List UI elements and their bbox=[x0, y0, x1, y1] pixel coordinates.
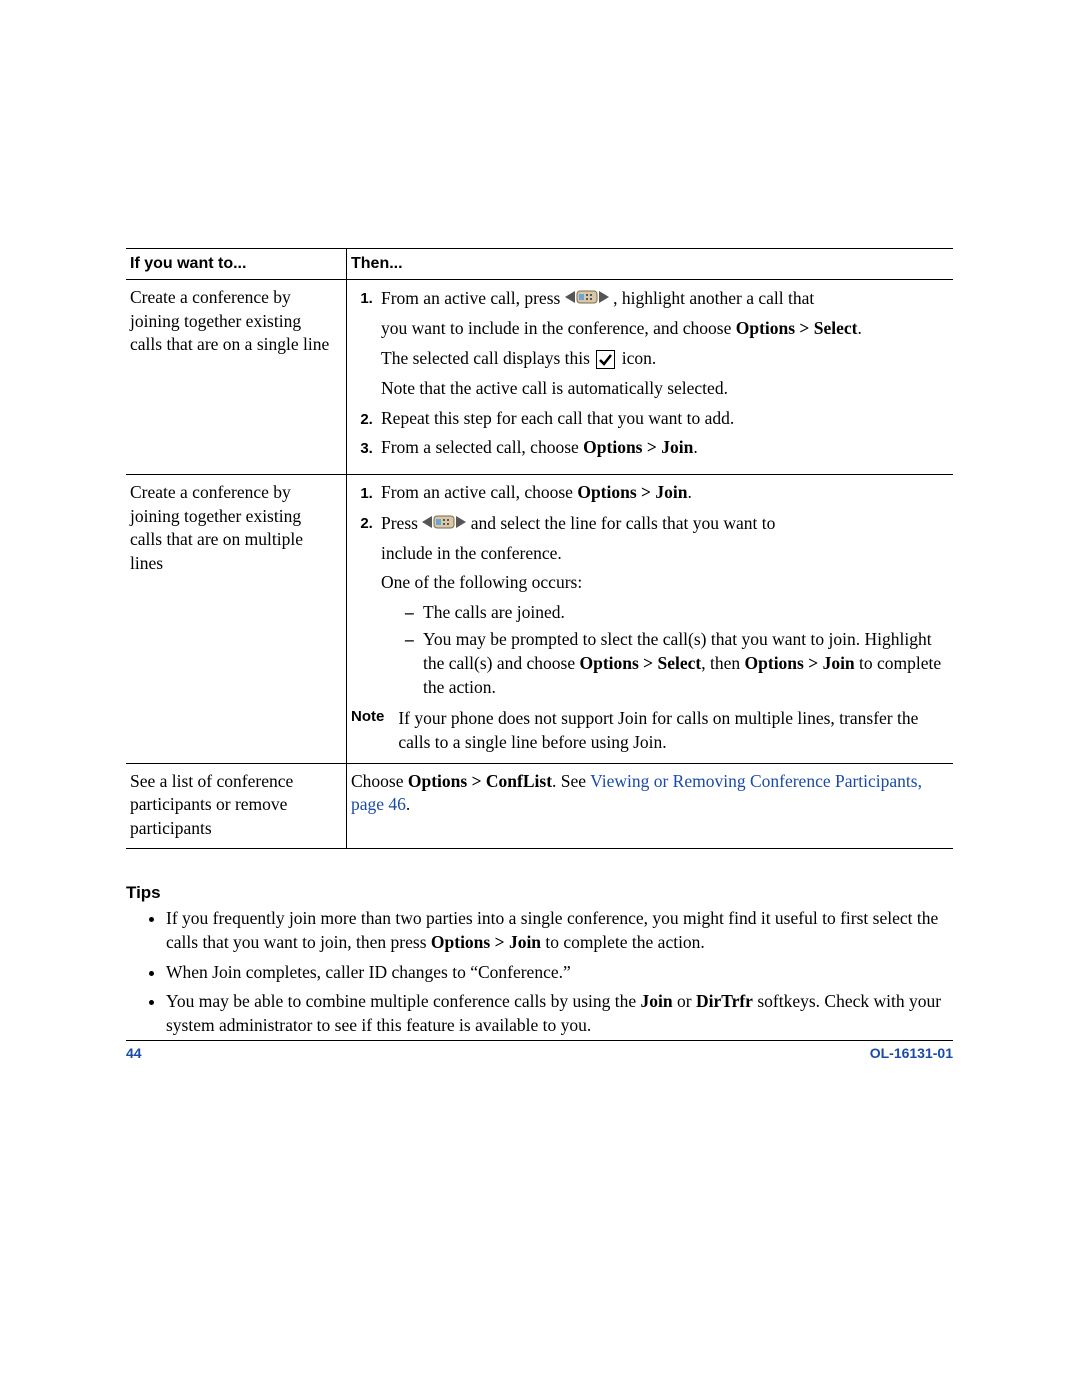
step-text: . bbox=[406, 794, 410, 814]
note-block: Note If your phone does not support Join… bbox=[351, 707, 947, 754]
want-cell: See a list of conference participants or… bbox=[126, 763, 347, 849]
table-row: Create a conference by joining together … bbox=[126, 475, 953, 763]
step-text: icon. bbox=[622, 349, 657, 369]
step-item: From an active call, press , highlight a… bbox=[377, 286, 947, 401]
bold-text: Join bbox=[641, 991, 673, 1011]
page-number: 44 bbox=[126, 1045, 142, 1061]
navigation-icon bbox=[422, 512, 466, 536]
step-item: Repeat this step for each call that you … bbox=[377, 407, 947, 431]
list-item: You may be prompted to slect the call(s)… bbox=[405, 628, 947, 699]
step-text: From an active call, press bbox=[381, 288, 565, 308]
table-header-want: If you want to... bbox=[126, 249, 347, 280]
bold-text: Options > Select bbox=[736, 318, 858, 338]
tip-text: or bbox=[673, 991, 696, 1011]
bold-text: Options > Join bbox=[583, 437, 693, 457]
table-row: Create a conference by joining together … bbox=[126, 280, 953, 475]
note-body: If your phone does not support Join for … bbox=[398, 707, 947, 754]
bold-text: DirTrfr bbox=[696, 991, 753, 1011]
want-cell: Create a conference by joining together … bbox=[126, 475, 347, 763]
step-text: . bbox=[687, 482, 691, 502]
step-text: Note that the active call is automatical… bbox=[381, 377, 947, 401]
step-text: , highlight another a call that bbox=[613, 288, 814, 308]
then-cell: Choose Options > ConfList. See Viewing o… bbox=[347, 763, 954, 849]
instruction-table: If you want to... Then... Create a confe… bbox=[126, 248, 953, 849]
then-cell: From an active call, choose Options > Jo… bbox=[347, 475, 954, 763]
page-footer: 44 OL-16131-01 bbox=[126, 1040, 953, 1061]
step-text: Choose bbox=[351, 771, 408, 791]
step-text: include in the conference. bbox=[381, 542, 947, 566]
bold-text: Options > Join bbox=[431, 932, 541, 952]
tip-text: You may be able to combine multiple conf… bbox=[166, 991, 641, 1011]
step-text: From an active call, choose bbox=[381, 482, 577, 502]
step-item: From a selected call, choose Options > J… bbox=[377, 436, 947, 460]
step-text: , then bbox=[701, 653, 744, 673]
document-page: If you want to... Then... Create a confe… bbox=[126, 248, 953, 1044]
tips-section: Tips If you frequently join more than tw… bbox=[126, 883, 953, 1037]
note-label: Note bbox=[351, 707, 384, 754]
step-item: From an active call, choose Options > Jo… bbox=[377, 481, 947, 505]
step-text: . See bbox=[552, 771, 590, 791]
tip-item: You may be able to combine multiple conf… bbox=[166, 990, 953, 1037]
step-text: The selected call displays this bbox=[381, 349, 594, 369]
table-header-then: Then... bbox=[347, 249, 954, 280]
want-cell: Create a conference by joining together … bbox=[126, 280, 347, 475]
step-text: you want to include in the conference, a… bbox=[381, 318, 736, 338]
tip-item: When Join completes, caller ID changes t… bbox=[166, 961, 953, 985]
navigation-icon bbox=[565, 287, 609, 311]
step-text: One of the following occurs: bbox=[381, 571, 947, 595]
step-text: Press bbox=[381, 513, 422, 533]
table-row: See a list of conference participants or… bbox=[126, 763, 953, 849]
step-text: From a selected call, choose bbox=[381, 437, 583, 457]
bold-text: Options > ConfList bbox=[408, 771, 552, 791]
bold-text: Options > Select bbox=[579, 653, 701, 673]
step-text: . bbox=[858, 318, 862, 338]
then-cell: From an active call, press , highlight a… bbox=[347, 280, 954, 475]
step-text: . bbox=[693, 437, 697, 457]
checkmark-icon bbox=[596, 350, 615, 369]
tip-item: If you frequently join more than two par… bbox=[166, 907, 953, 954]
bold-text: Options > Join bbox=[577, 482, 687, 502]
bold-text: Options > Join bbox=[745, 653, 855, 673]
tips-heading: Tips bbox=[126, 883, 953, 903]
step-item: Press and select the line for calls that… bbox=[377, 511, 947, 700]
tip-text: to complete the action. bbox=[541, 932, 705, 952]
list-item: The calls are joined. bbox=[405, 601, 947, 625]
step-text: and select the line for calls that you w… bbox=[471, 513, 776, 533]
document-id: OL-16131-01 bbox=[870, 1045, 953, 1061]
